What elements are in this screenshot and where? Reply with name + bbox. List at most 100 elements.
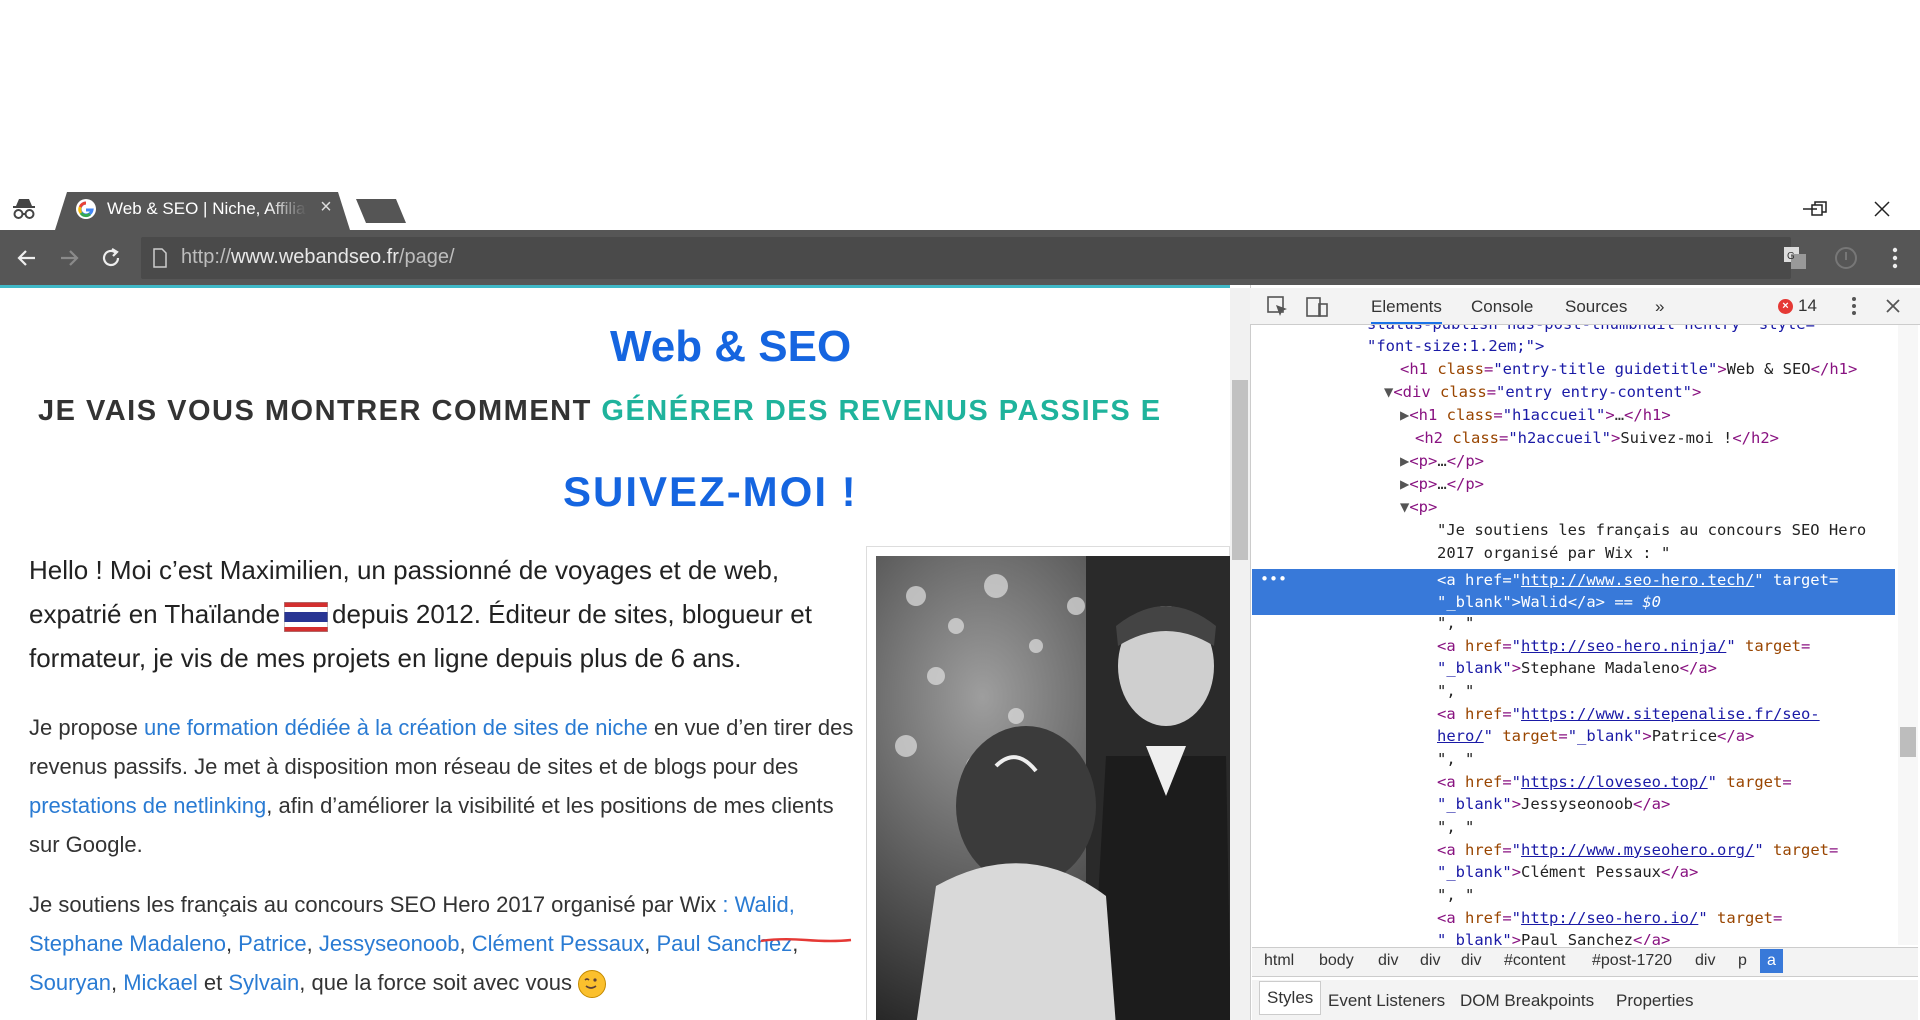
dom-line-a6[interactable]: <a href="http://seo-hero.io/" target= xyxy=(1437,907,1782,929)
error-counter[interactable]: × 14 xyxy=(1778,296,1817,316)
extension-button[interactable] xyxy=(1831,243,1861,273)
dom-sep[interactable]: ", " xyxy=(1437,884,1474,906)
dom-scrollbar[interactable] xyxy=(1898,325,1918,945)
page-scrollbar-thumb[interactable] xyxy=(1232,380,1248,560)
dom-eq-marker: == $0 xyxy=(1605,593,1662,611)
dom-text: Web & SEO xyxy=(1726,360,1811,378)
dom-href[interactable]: https://loveseo.top/ xyxy=(1521,773,1708,791)
device-toolbar-button[interactable] xyxy=(1305,295,1329,324)
dom-line-a5[interactable]: <a href="http://www.myseohero.org/" targ… xyxy=(1437,839,1838,861)
dom-sep[interactable]: ", " xyxy=(1437,680,1474,702)
tab-close-button[interactable]: × xyxy=(316,196,336,219)
dom-line-a1b[interactable]: "_blank">Walid</a> == $0 xyxy=(1437,591,1661,613)
dom-line-p1[interactable]: ▶<p>…</p> xyxy=(1400,450,1484,472)
souryan-link[interactable]: Souryan xyxy=(29,970,111,995)
inspect-element-button[interactable] xyxy=(1266,295,1290,324)
dom-text: ", " xyxy=(1437,750,1475,768)
forward-button[interactable] xyxy=(54,243,84,273)
sylvain-link[interactable]: Sylvain xyxy=(228,970,299,995)
dom-line-h2[interactable]: <h2 class="h2accueil">Suivez-moi !</h2> xyxy=(1415,427,1779,449)
dom-scrollbar-thumb[interactable] xyxy=(1900,727,1916,757)
dom-text: ", " xyxy=(1437,818,1475,836)
kebab-menu-icon xyxy=(1852,297,1856,315)
dom-text: ", " xyxy=(1437,886,1475,904)
dom-text: Paul Sanchez xyxy=(1521,931,1634,945)
netlinking-link[interactable]: prestations de netlinking xyxy=(29,793,266,818)
dom-line-a5b[interactable]: "_blank">Clément Pessaux</a> xyxy=(1437,861,1698,883)
dom-text-node[interactable]: 2017 organisé par Wix : " xyxy=(1437,542,1670,564)
tab-event-listeners[interactable]: Event Listeners xyxy=(1328,991,1445,1011)
url-text[interactable]: http://www.webandseo.fr/page/ xyxy=(181,246,455,269)
tab-elements[interactable]: Elements xyxy=(1371,297,1442,324)
dom-line-div[interactable]: ▼<div class="entry entry-content"> xyxy=(1384,381,1701,403)
dom-text: Walid xyxy=(1521,593,1568,611)
dom-attr-value: status-publish has-post-thumbnail hentry… xyxy=(1367,325,1815,333)
dom-selected-node[interactable]: ••• <a href="http://www.seo-hero.tech/" … xyxy=(1252,569,1895,615)
crumb-content[interactable]: #content xyxy=(1504,952,1565,970)
dom-line-a2[interactable]: <a href="http://seo-hero.ninja/" target= xyxy=(1437,635,1810,657)
dom-line-h1[interactable]: <h1 class="entry-title guidetitle">Web &… xyxy=(1400,358,1857,380)
dom-line-a4b[interactable]: "_blank">Jessyseonoob</a> xyxy=(1437,793,1670,815)
crumb-a[interactable]: a xyxy=(1760,949,1783,973)
dom-href[interactable]: http://seo-hero.io/ xyxy=(1521,909,1698,927)
mickael-link[interactable]: Mickael xyxy=(123,970,198,995)
dom-line[interactable]: status-publish has-post-thumbnail hentry… xyxy=(1367,325,1815,335)
dom-href[interactable]: http://www.seo-hero.tech/ xyxy=(1521,571,1754,589)
walid-link[interactable]: : Walid, xyxy=(722,892,795,917)
translate-button[interactable]: G xyxy=(1780,243,1810,273)
dom-line-a2b[interactable]: "_blank">Stephane Madaleno</a> xyxy=(1437,657,1717,679)
dom-sep[interactable]: ", " xyxy=(1437,748,1474,770)
close-window-button[interactable] xyxy=(1866,196,1898,222)
device-mode-icon xyxy=(1306,297,1328,317)
jessyseonoob-link[interactable]: Jessyseonoob xyxy=(319,931,460,956)
dom-line-a4[interactable]: <a href="https://loveseo.top/" target= xyxy=(1437,771,1792,793)
dom-line-p3[interactable]: ▼<p> xyxy=(1400,496,1437,518)
stephane-link[interactable]: Stephane Madaleno xyxy=(29,931,226,956)
tab-properties[interactable]: Properties xyxy=(1616,991,1693,1011)
menu-button[interactable] xyxy=(1880,243,1910,273)
crumb-div[interactable]: div xyxy=(1461,952,1481,970)
ellipsis-menu-icon[interactable]: ••• xyxy=(1260,568,1287,590)
tab-console[interactable]: Console xyxy=(1471,297,1533,317)
more-tabs-button[interactable]: » xyxy=(1655,297,1664,317)
dom-text-node[interactable]: "Je soutiens les français au concours SE… xyxy=(1437,519,1866,541)
dom-href[interactable]: http://www.myseohero.org/ xyxy=(1521,841,1754,859)
crumb-div[interactable]: div xyxy=(1420,952,1440,970)
web-page: Web & SEO JE VAIS VOUS MONTRER COMMENT G… xyxy=(0,285,1230,1020)
tab-sources[interactable]: Sources xyxy=(1565,297,1627,317)
reload-button[interactable] xyxy=(96,243,126,273)
tab-dom-breakpoints[interactable]: DOM Breakpoints xyxy=(1460,991,1594,1011)
clement-link[interactable]: Clément Pessaux xyxy=(472,931,644,956)
dom-line-a6b[interactable]: "_blank">Paul Sanchez</a> xyxy=(1437,929,1670,945)
devtools-close-button[interactable] xyxy=(1884,297,1902,320)
formation-link[interactable]: une formation dédiée à la création de si… xyxy=(144,715,648,740)
dom-href[interactable]: http://seo-hero.ninja/ xyxy=(1521,637,1726,655)
crumb-div[interactable]: div xyxy=(1378,952,1398,970)
dom-line-a1[interactable]: <a href="http://www.seo-hero.tech/" targ… xyxy=(1437,569,1838,591)
dom-sep[interactable]: ", " xyxy=(1437,816,1474,838)
back-button[interactable] xyxy=(12,243,42,273)
site-title[interactable]: Web & SEO xyxy=(610,322,851,372)
devtools-menu-button[interactable] xyxy=(1851,296,1857,321)
tab-styles[interactable]: Styles xyxy=(1259,981,1322,1015)
crumb-p[interactable]: p xyxy=(1738,952,1747,970)
crumb-div[interactable]: div xyxy=(1695,952,1715,970)
seo-hero-paragraph: Je soutiens les français au concours SEO… xyxy=(29,885,859,1002)
crumb-post[interactable]: #post-1720 xyxy=(1592,952,1672,970)
page-info-icon[interactable] xyxy=(150,245,170,271)
dom-href[interactable]: hero/ xyxy=(1437,727,1484,745)
patrice-link[interactable]: Patrice xyxy=(238,931,306,956)
dom-tree[interactable]: status-publish has-post-thumbnail hentry… xyxy=(1252,325,1897,945)
p3-text: Je soutiens les français au concours SEO… xyxy=(29,892,723,917)
dom-line-p2[interactable]: ▶<p>…</p> xyxy=(1400,473,1484,495)
dom-line[interactable]: "font-size:1.2em;"> xyxy=(1367,335,1544,357)
restore-button[interactable] xyxy=(1803,196,1835,222)
dom-href[interactable]: https://www.sitepenalise.fr/seo- xyxy=(1521,705,1820,723)
crumb-html[interactable]: html xyxy=(1264,952,1294,970)
crumb-body[interactable]: body xyxy=(1319,952,1354,970)
dom-line-a3b[interactable]: hero/" target="_blank">Patrice</a> xyxy=(1437,725,1754,747)
dom-line-h1-collapsed[interactable]: ▶<h1 class="h1accueil">…</h1> xyxy=(1400,404,1671,426)
dom-line-a3[interactable]: <a href="https://www.sitepenalise.fr/seo… xyxy=(1437,703,1820,725)
reload-icon xyxy=(102,248,120,267)
dom-sep[interactable]: ", " xyxy=(1437,612,1474,634)
